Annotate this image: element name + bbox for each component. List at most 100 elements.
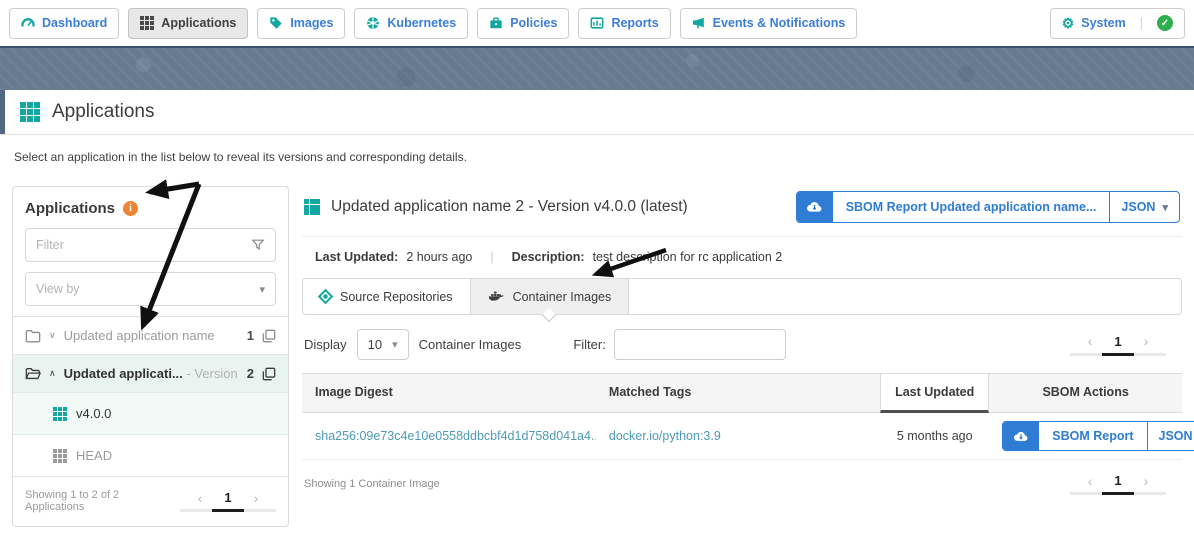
source-repo-diamond-icon xyxy=(318,289,334,305)
table-bottom-pager: ‹ 1 › xyxy=(1070,473,1180,495)
application-row-collapsed[interactable]: ∨ Updated application name 1 xyxy=(13,317,288,355)
table-filter-input[interactable] xyxy=(614,329,786,360)
display-count-select[interactable]: 10 ▾ xyxy=(357,329,409,360)
system-divider: | xyxy=(1140,16,1143,30)
version-count: 1 xyxy=(247,328,254,343)
nav-item-events-notifications[interactable]: Events & Notifications xyxy=(680,8,858,39)
json-dropdown-button[interactable]: JSON ▾ xyxy=(1109,192,1179,222)
column-header-last-updated[interactable]: Last Updated xyxy=(880,374,989,413)
applications-sidebar: Applications i View by ▾ ∨ Updated appli… xyxy=(12,186,289,527)
info-icon[interactable]: i xyxy=(123,201,138,216)
gear-icon: ⚙ xyxy=(1062,16,1075,30)
table-pagination-summary: Showing 1 Container Image xyxy=(304,478,440,490)
application-row-expanded[interactable]: ∧ Updated applicati... - Version v4.0.0 … xyxy=(13,355,288,393)
sidebar-filter-input[interactable] xyxy=(36,238,251,252)
application-grid-icon xyxy=(304,199,320,215)
tab-label: Container Images xyxy=(513,290,612,304)
column-header-sbom-actions[interactable]: SBOM Actions xyxy=(989,374,1182,412)
application-name: Updated applicati... - Version v4.0.0 xyxy=(64,366,239,381)
sidebar-title: Applications xyxy=(25,200,115,217)
nav-item-label: Images xyxy=(290,16,333,30)
column-header-image-digest[interactable]: Image Digest xyxy=(302,374,596,412)
tab-source-repositories[interactable]: Source Repositories xyxy=(303,279,471,314)
detail-footer: Showing 1 Container Image ‹ 1 › xyxy=(302,460,1182,505)
view-by-placeholder: View by xyxy=(36,282,259,296)
sidebar-pager: ‹ 1 › xyxy=(180,490,276,512)
version-grid-icon xyxy=(53,407,67,421)
pager-scroll-thumb[interactable] xyxy=(1102,492,1135,495)
nav-button-list: Dashboard Applications Images Kubernetes… xyxy=(9,8,857,39)
application-version-suffix: - Version v4.0.0 xyxy=(183,366,239,381)
pager-prev-icon[interactable]: ‹ xyxy=(198,491,203,505)
nav-item-applications[interactable]: Applications xyxy=(128,8,248,39)
table-top-pager: ‹ 1 › xyxy=(1070,334,1166,356)
version-row-head[interactable]: HEAD xyxy=(13,435,288,477)
policies-briefcase-icon xyxy=(489,16,503,30)
cloud-download-icon[interactable] xyxy=(797,192,833,222)
row-json-dropdown-button[interactable]: JSON ▾ xyxy=(1147,422,1194,450)
cloud-download-icon[interactable] xyxy=(1003,422,1039,450)
pager-scroll-thumb[interactable] xyxy=(1102,353,1135,356)
pager-prev-icon[interactable]: ‹ xyxy=(1088,334,1093,348)
last-updated-value: 2 hours ago xyxy=(406,250,472,264)
chevron-down-icon: ▾ xyxy=(1162,201,1168,214)
pager-prev-icon[interactable]: ‹ xyxy=(1088,474,1093,488)
pager-page-number[interactable]: 1 xyxy=(1114,473,1121,488)
application-page: Dashboard Applications Images Kubernetes… xyxy=(0,0,1194,539)
nav-item-images[interactable]: Images xyxy=(257,8,345,39)
nav-item-system[interactable]: ⚙ System | ✓ xyxy=(1050,8,1185,39)
version-grid-icon xyxy=(53,449,67,463)
copy-icon[interactable] xyxy=(262,367,276,381)
chevron-down-icon: ▾ xyxy=(259,283,265,296)
table-controls: Display 10 ▾ Container Images Filter: ‹ xyxy=(302,328,1182,373)
application-list: ∨ Updated application name 1 ∧ Updated a… xyxy=(13,316,288,477)
version-label: v4.0.0 xyxy=(76,406,111,421)
tab-label: Source Repositories xyxy=(340,290,453,304)
version-count: 2 xyxy=(247,366,254,381)
top-nav: Dashboard Applications Images Kubernetes… xyxy=(0,0,1194,48)
nav-item-dashboard[interactable]: Dashboard xyxy=(9,8,119,39)
row-sbom-report-button[interactable]: SBOM Report xyxy=(1039,422,1146,450)
pager-next-icon[interactable]: › xyxy=(254,491,259,505)
filter-label: Filter: xyxy=(573,337,606,352)
pager-next-icon[interactable]: › xyxy=(1144,474,1149,488)
copy-icon[interactable] xyxy=(262,329,276,343)
dashboard-gauge-icon xyxy=(21,16,35,30)
column-header-matched-tags[interactable]: Matched Tags xyxy=(596,374,880,412)
version-row-v400[interactable]: v4.0.0 xyxy=(13,393,288,435)
row-sbom-button-group: SBOM Report JSON ▾ xyxy=(1002,421,1194,451)
image-digest-link[interactable]: sha256:09e73c4e10e0558ddbcbf4d1d758d041a… xyxy=(315,429,596,443)
pager-scroll-track[interactable] xyxy=(1070,353,1166,356)
detail-title: Updated application name 2 - Version v4.… xyxy=(331,198,688,216)
pager-page-number[interactable]: 1 xyxy=(1114,334,1121,349)
page-header: Applications xyxy=(0,90,1194,135)
docker-whale-icon xyxy=(488,290,504,303)
pager-scroll-thumb[interactable] xyxy=(212,509,245,512)
applications-grid-icon xyxy=(20,102,40,122)
nav-item-reports[interactable]: Reports xyxy=(578,8,670,39)
decorative-banner xyxy=(0,48,1194,90)
tab-container-images[interactable]: Container Images xyxy=(471,279,630,314)
pager-scroll-track[interactable] xyxy=(180,509,276,512)
pager-page-number[interactable]: 1 xyxy=(224,490,231,505)
sidebar-view-by-select[interactable]: View by ▾ xyxy=(25,272,276,306)
display-unit-label: Container Images xyxy=(419,337,522,352)
detail-header: Updated application name 2 - Version v4.… xyxy=(302,186,1182,237)
container-images-table: Image Digest Matched Tags Last Updated S… xyxy=(302,373,1182,460)
nav-item-policies[interactable]: Policies xyxy=(477,8,569,39)
reports-chart-icon xyxy=(590,16,604,30)
kubernetes-helm-icon xyxy=(366,16,380,30)
chevron-up-icon: ∧ xyxy=(49,368,56,379)
sbom-report-button[interactable]: SBOM Report Updated application name... xyxy=(833,192,1110,222)
sidebar-footer: Showing 1 to 2 of 2 Applications ‹ 1 › xyxy=(13,477,288,526)
pager-scroll-track[interactable] xyxy=(1070,492,1166,495)
sidebar-filter-field xyxy=(25,228,276,262)
page-subtitle: Select an application in the list below … xyxy=(0,135,1194,178)
application-name: Updated application name xyxy=(64,328,239,343)
application-name-text: Updated applicati... xyxy=(64,366,183,381)
matched-tag-link[interactable]: docker.io/python:3.9 xyxy=(609,429,721,443)
nav-item-kubernetes[interactable]: Kubernetes xyxy=(354,8,468,39)
pager-next-icon[interactable]: › xyxy=(1144,334,1149,348)
image-tag-icon xyxy=(269,16,283,30)
display-label: Display xyxy=(304,337,347,352)
